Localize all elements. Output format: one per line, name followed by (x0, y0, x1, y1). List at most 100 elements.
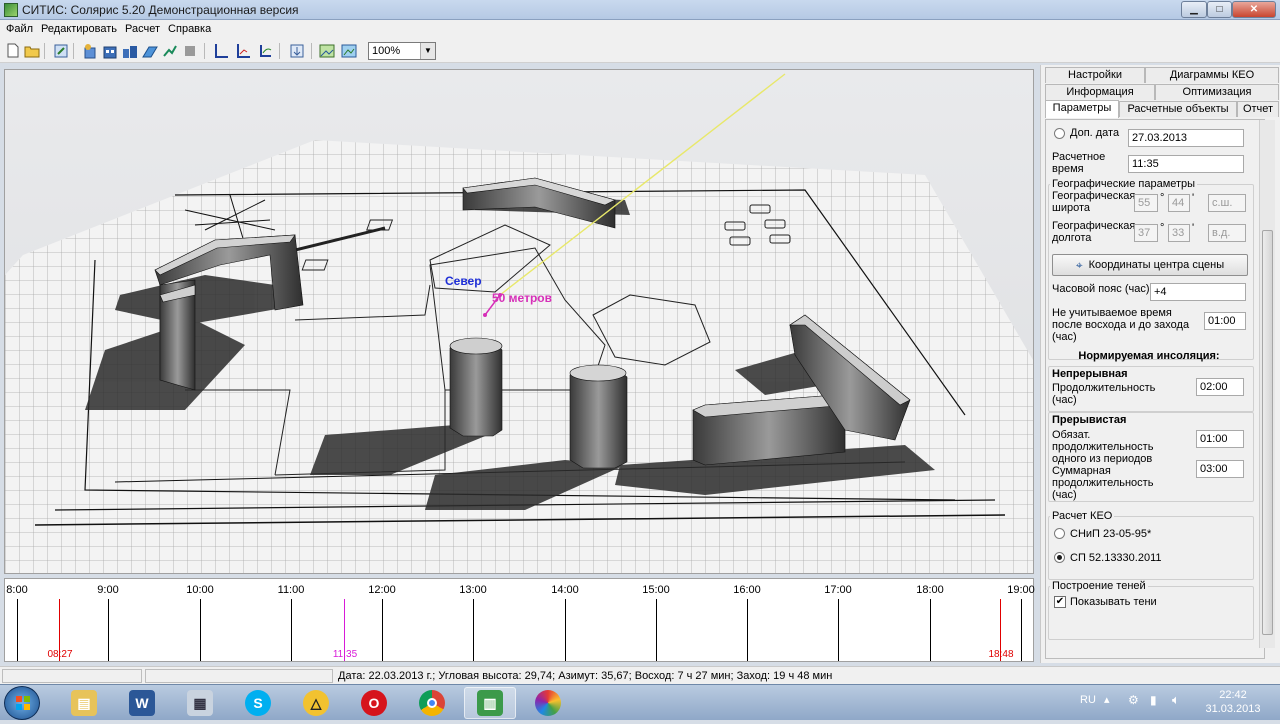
building-icon[interactable] (101, 42, 118, 59)
maximize-button[interactable]: □ (1207, 1, 1232, 18)
tab-parameters[interactable]: Параметры (1045, 100, 1119, 118)
intermittent-title: Прерывистая (1052, 414, 1127, 426)
longitude-min-field[interactable]: 33 (1168, 224, 1190, 242)
timezone-field[interactable]: +4 (1150, 283, 1246, 301)
show-shadows-label: Показывать тени (1070, 596, 1157, 608)
hour-label: 8:00 (6, 584, 28, 596)
keo-sp-label: СП 52.13330.2011 (1070, 552, 1162, 564)
scene-center-coords-button[interactable]: ⌖ Координаты центра сцены (1052, 254, 1248, 276)
tab-keo-diagrams[interactable]: Диаграммы КЕО (1145, 67, 1279, 83)
target-icon: ⌖ (1075, 257, 1083, 272)
scene-viewport[interactable]: Север 50 метров (4, 69, 1034, 574)
add-date-radio[interactable] (1054, 128, 1065, 139)
tray-app-icon[interactable]: ⚙ (1128, 693, 1139, 707)
taskbar: ▤ W ▦ S △ O ▥ RU ▴ ⚙ ▮ 🔈︎ (0, 684, 1280, 720)
hour-label: 10:00 (186, 584, 214, 596)
calc-time-field[interactable]: 11:35 (1128, 155, 1244, 173)
longitude-label: Географическая долгота (1052, 220, 1136, 244)
image-export-icon[interactable] (340, 42, 357, 59)
taskbar-app[interactable]: △ (290, 687, 342, 719)
calc-time-label: Расчетное время (1052, 151, 1106, 175)
tab-report[interactable]: Отчет (1237, 101, 1279, 117)
taskbar-word[interactable]: W (116, 687, 168, 719)
scrollbar-thumb[interactable] (1262, 230, 1273, 635)
tab-info[interactable]: Информация (1045, 84, 1155, 100)
longitude-deg-field[interactable]: 37 (1134, 224, 1158, 242)
toolbar (0, 39, 1280, 63)
status-segment (2, 669, 142, 683)
time-scale[interactable]: 8:00 9:00 10:00 11:00 12:00 13:00 14:00 15:00 16… (4, 578, 1035, 662)
add-date-field[interactable]: 27.03.2013 (1128, 129, 1244, 147)
analysis-icon[interactable] (161, 42, 178, 59)
minimize-button[interactable]: ▁ (1181, 1, 1207, 18)
latitude-dir-select[interactable]: с.ш. (1208, 194, 1246, 212)
open-folder-icon[interactable] (23, 42, 40, 59)
hour-tick (291, 599, 292, 661)
edit-icon[interactable] (52, 42, 69, 59)
hour-label: 11:00 (277, 584, 305, 596)
stop-icon[interactable] (181, 42, 198, 59)
plane-icon[interactable] (141, 42, 158, 59)
continuous-duration-field[interactable]: 02:00 (1196, 378, 1244, 396)
ignore-time-field[interactable]: 01:00 (1204, 312, 1246, 330)
degree-sign: ° (1160, 222, 1165, 234)
network-icon[interactable]: ▮ (1150, 693, 1157, 707)
triangle-app-icon: △ (303, 690, 329, 716)
mandatory-duration-field[interactable]: 01:00 (1196, 430, 1244, 448)
clock-time: 22:42 (1219, 689, 1247, 701)
volume-icon[interactable]: 🔈︎ (1172, 692, 1180, 708)
minute-sign: ' (1192, 222, 1195, 234)
clock[interactable]: 22:42 31.03.2013 (1198, 688, 1268, 716)
taskbar-calculator[interactable]: ▦ (174, 687, 226, 719)
tray-expand-icon[interactable]: ▴ (1104, 693, 1110, 706)
axis-icon[interactable] (212, 42, 229, 59)
word-icon: W (129, 690, 155, 716)
keo-group (1048, 516, 1254, 580)
keo-snip-label: СНиП 23-05-95* (1070, 528, 1152, 540)
add-building-icon[interactable] (81, 42, 98, 59)
keo-snip-radio[interactable] (1054, 528, 1065, 539)
show-shadows-checkbox[interactable]: ✔ (1054, 596, 1066, 608)
image-icon[interactable] (318, 42, 335, 59)
sunset-label: 18:48 (988, 649, 1014, 660)
latitude-deg-field[interactable]: 55 (1134, 194, 1158, 212)
taskbar-chrome[interactable] (406, 687, 458, 719)
scene-center-coords-label: Координаты центра сцены (1088, 259, 1225, 271)
tab-calc-objects[interactable]: Расчетные объекты (1119, 101, 1237, 117)
hour-label: 9:00 (97, 584, 119, 596)
panel-scrollbar[interactable] (1259, 120, 1275, 648)
skype-icon: S (245, 690, 271, 716)
close-button[interactable]: ✕ (1232, 1, 1276, 18)
language-indicator[interactable]: RU (1080, 694, 1096, 706)
tab-optimization[interactable]: Оптимизация (1155, 84, 1279, 100)
calculate-icon[interactable] (288, 42, 305, 59)
toolbar-separator (73, 43, 74, 59)
taskbar-skype[interactable]: S (232, 687, 284, 719)
taskbar-picasa[interactable] (522, 687, 574, 719)
taskbar-opera[interactable]: O (348, 687, 400, 719)
menu-edit[interactable]: Редактировать (39, 20, 123, 39)
hour-tick (1021, 599, 1022, 661)
taskbar-solaris[interactable]: ▥ (464, 687, 516, 719)
chevron-down-icon[interactable]: ▼ (420, 43, 435, 59)
menu-help[interactable]: Справка (166, 20, 217, 39)
keo-sp-radio[interactable] (1054, 552, 1065, 563)
start-button[interactable] (4, 686, 40, 720)
menu-calc[interactable]: Расчет (123, 20, 166, 39)
menu-file[interactable]: Файл (4, 20, 39, 39)
mandatory-duration-label: Обязат. продолжительность одного из пери… (1052, 429, 1154, 465)
new-file-icon[interactable] (4, 42, 21, 59)
shadows-group (1048, 586, 1254, 640)
latitude-min-field[interactable]: 44 (1168, 194, 1190, 212)
building-group-icon[interactable] (121, 42, 138, 59)
ignore-time-label: Не учитываемое время после восхода и до … (1052, 307, 1190, 343)
total-duration-field[interactable]: 03:00 (1196, 460, 1244, 478)
hour-tick (930, 599, 931, 661)
add-date-label: Доп. дата (1070, 127, 1120, 139)
zoom-select[interactable]: 100% ▼ (368, 42, 436, 60)
axis-chart-icon[interactable] (234, 42, 251, 59)
tab-settings[interactable]: Настройки (1045, 67, 1145, 83)
rotate-axis-icon[interactable] (256, 42, 273, 59)
taskbar-explorer[interactable]: ▤ (58, 687, 110, 719)
longitude-dir-select[interactable]: в.д. (1208, 224, 1246, 242)
